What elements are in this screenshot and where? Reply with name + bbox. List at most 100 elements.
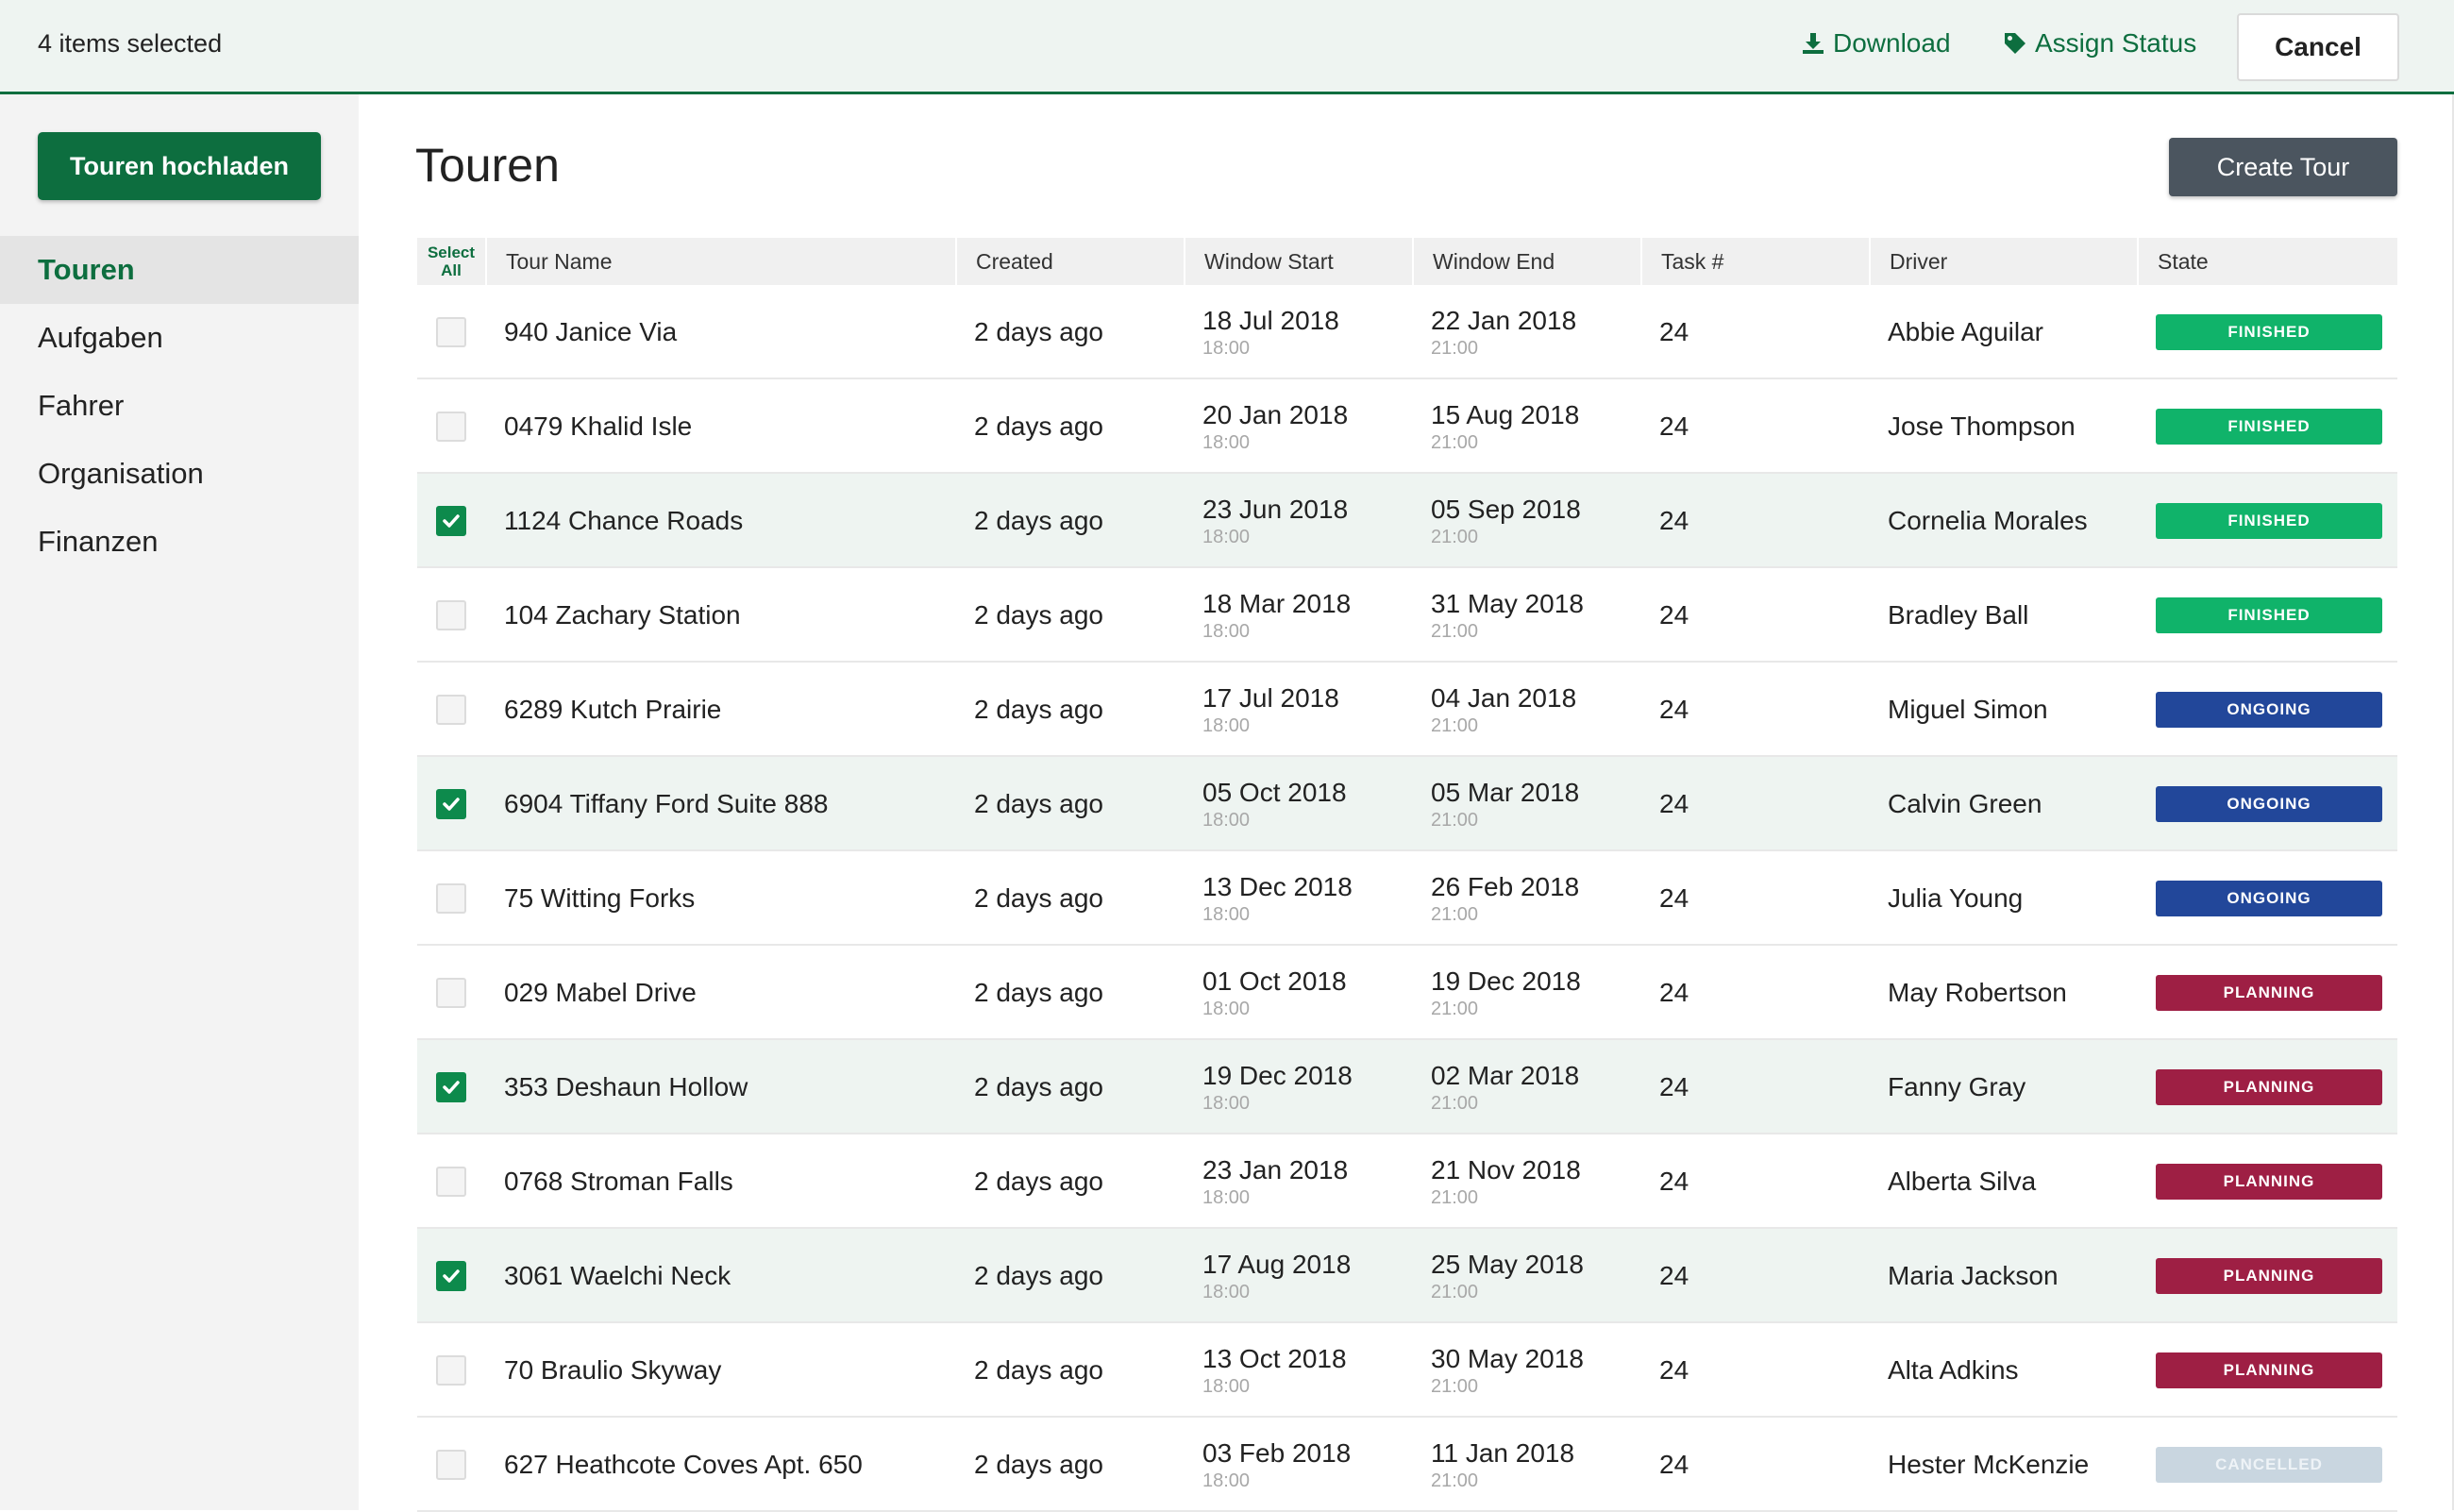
table-row[interactable]: 0768 Stroman Falls 2 days ago 23 Jan 201… [417, 1134, 2397, 1229]
table-row[interactable]: 3061 Waelchi Neck 2 days ago 17 Aug 2018… [417, 1229, 2397, 1323]
status-badge: PLANNING [2156, 975, 2382, 1011]
window-end-date: 11 Jan 2018 [1431, 1437, 1575, 1468]
window-end-cell: 02 Mar 2018 21:00 [1412, 1040, 1640, 1134]
window-start-date: 23 Jun 2018 [1202, 494, 1349, 524]
driver-name: Bradley Ball [1888, 600, 2029, 630]
tour-name[interactable]: 6289 Kutch Prairie [485, 663, 887, 757]
window-end-date: 04 Jan 2018 [1431, 682, 1577, 713]
upload-tours-button[interactable]: Touren hochladen [38, 132, 321, 200]
state-cell: PLANNING [2137, 1229, 2397, 1323]
assign-status-button[interactable]: Assign Status [2003, 28, 2196, 59]
row-checkbox-cell [417, 946, 485, 1040]
tour-name[interactable]: 0479 Khalid Isle [485, 379, 887, 474]
download-button[interactable]: Download [1801, 28, 1951, 59]
table-row[interactable]: 0479 Khalid Isle 2 days ago 20 Jan 2018 … [417, 379, 2397, 474]
row-checkbox-cell [417, 1418, 485, 1512]
row-checkbox[interactable] [436, 1355, 466, 1386]
window-start-time: 18:00 [1202, 1186, 1251, 1208]
driver-name: Miguel Simon [1888, 695, 2048, 724]
column-header-tour-name[interactable]: Tour Name [485, 238, 887, 285]
row-checkbox[interactable] [436, 883, 466, 914]
row-checkbox[interactable] [436, 978, 466, 1008]
window-start-cell: 19 Dec 2018 18:00 [1184, 1040, 1412, 1134]
task-count: 24 [1659, 1072, 1689, 1101]
driver-name: Hester McKenzie [1888, 1450, 2090, 1479]
create-tour-button[interactable]: Create Tour [2169, 138, 2397, 196]
select-all-button[interactable]: Select All [417, 238, 485, 285]
row-checkbox[interactable] [436, 695, 466, 725]
row-checkbox[interactable] [436, 506, 466, 536]
tour-name[interactable]: 0768 Stroman Falls [485, 1134, 887, 1229]
table-header: Select All Tour Name Created Window Start… [417, 238, 2397, 285]
sidebar-item-fahrer[interactable]: Fahrer [0, 372, 359, 440]
driver-name: Alta Adkins [1888, 1355, 2019, 1385]
table-row[interactable]: 940 Janice Via 2 days ago 18 Jul 2018 18… [417, 285, 2397, 379]
row-checkbox[interactable] [436, 412, 466, 442]
window-start-time: 18:00 [1202, 1375, 1251, 1397]
window-start-cell: 23 Jun 2018 18:00 [1184, 474, 1412, 568]
table-row[interactable]: 029 Mabel Drive 2 days ago 01 Oct 2018 1… [417, 946, 2397, 1040]
row-checkbox[interactable] [436, 1167, 466, 1197]
window-end-time: 21:00 [1431, 1281, 1479, 1302]
table-row[interactable]: 104 Zachary Station 2 days ago 18 Mar 20… [417, 568, 2397, 663]
row-checkbox[interactable] [436, 1261, 466, 1291]
column-header-window-start[interactable]: Window Start [1184, 238, 1412, 285]
sidebar-item-aufgaben[interactable]: Aufgaben [0, 304, 359, 372]
column-header-created[interactable]: Created [955, 238, 1184, 285]
table-body: 940 Janice Via 2 days ago 18 Jul 2018 18… [417, 285, 2397, 1512]
selection-count: 4 items selected [38, 29, 223, 58]
window-end-date: 05 Sep 2018 [1431, 494, 1581, 524]
tour-name[interactable]: 104 Zachary Station [485, 568, 887, 663]
row-checkbox[interactable] [436, 789, 466, 819]
row-checkbox[interactable] [436, 1450, 466, 1480]
row-checkbox[interactable] [436, 1072, 466, 1102]
tour-name[interactable]: 70 Braulio Skyway [485, 1323, 887, 1418]
window-end-time: 21:00 [1431, 337, 1479, 359]
tour-name[interactable]: 3061 Waelchi Neck [485, 1229, 887, 1323]
cancel-button[interactable]: Cancel [2237, 13, 2399, 81]
window-end-cell: 26 Feb 2018 21:00 [1412, 851, 1640, 946]
row-checkbox[interactable] [436, 600, 466, 630]
column-header-window-end[interactable]: Window End [1412, 238, 1640, 285]
sidebar-item-finanzen[interactable]: Finanzen [0, 508, 359, 576]
window-end-cell: 11 Jan 2018 21:00 [1412, 1418, 1640, 1512]
table-row[interactable]: 6904 Tiffany Ford Suite 888 2 days ago 0… [417, 757, 2397, 851]
table-row[interactable]: 353 Deshaun Hollow 2 days ago 19 Dec 201… [417, 1040, 2397, 1134]
state-cell: ONGOING [2137, 851, 2397, 946]
sidebar-item-touren[interactable]: Touren [0, 236, 359, 304]
task-count: 24 [1659, 1261, 1689, 1290]
window-end-cell: 05 Mar 2018 21:00 [1412, 757, 1640, 851]
task-count: 24 [1659, 1167, 1689, 1196]
table-row[interactable]: 70 Braulio Skyway 2 days ago 13 Oct 2018… [417, 1323, 2397, 1418]
window-start-date: 20 Jan 2018 [1202, 399, 1349, 429]
table-row[interactable]: 75 Witting Forks 2 days ago 13 Dec 2018 … [417, 851, 2397, 946]
table-row[interactable]: 1124 Chance Roads 2 days ago 23 Jun 2018… [417, 474, 2397, 568]
tour-name[interactable]: 6904 Tiffany Ford Suite 888 [485, 757, 887, 851]
row-checkbox[interactable] [436, 317, 466, 347]
window-start-cell: 05 Oct 2018 18:00 [1184, 757, 1412, 851]
tour-name[interactable]: 1124 Chance Roads [485, 474, 887, 568]
tour-name[interactable]: 029 Mabel Drive [485, 946, 887, 1040]
window-end-cell: 21 Nov 2018 21:00 [1412, 1134, 1640, 1229]
window-start-time: 18:00 [1202, 1281, 1251, 1302]
tour-name[interactable]: 627 Heathcote Coves Apt. 650 [485, 1418, 887, 1512]
sidebar-item-organisation[interactable]: Organisation [0, 440, 359, 508]
created-cell: 2 days ago [974, 1167, 1103, 1196]
window-start-time: 18:00 [1202, 337, 1251, 359]
tour-name[interactable]: 353 Deshaun Hollow [485, 1040, 887, 1134]
tour-name[interactable]: 940 Janice Via [485, 285, 887, 379]
column-header-task-count[interactable]: Task # [1640, 238, 1869, 285]
column-header-state[interactable]: State [2137, 238, 2397, 285]
state-cell: FINISHED [2137, 474, 2397, 568]
tour-name[interactable]: 75 Witting Forks [485, 851, 887, 946]
table-row[interactable]: 627 Heathcote Coves Apt. 650 2 days ago … [417, 1418, 2397, 1512]
created-cell: 2 days ago [974, 1072, 1103, 1101]
window-start-date: 13 Oct 2018 [1202, 1343, 1347, 1373]
window-end-date: 15 Aug 2018 [1431, 399, 1580, 429]
window-end-date: 26 Feb 2018 [1431, 871, 1580, 901]
checkmark-icon [443, 1269, 460, 1283]
assign-status-label: Assign Status [2035, 28, 2197, 58]
task-count: 24 [1659, 695, 1689, 724]
column-header-driver[interactable]: Driver [1869, 238, 2137, 285]
table-row[interactable]: 6289 Kutch Prairie 2 days ago 17 Jul 201… [417, 663, 2397, 757]
